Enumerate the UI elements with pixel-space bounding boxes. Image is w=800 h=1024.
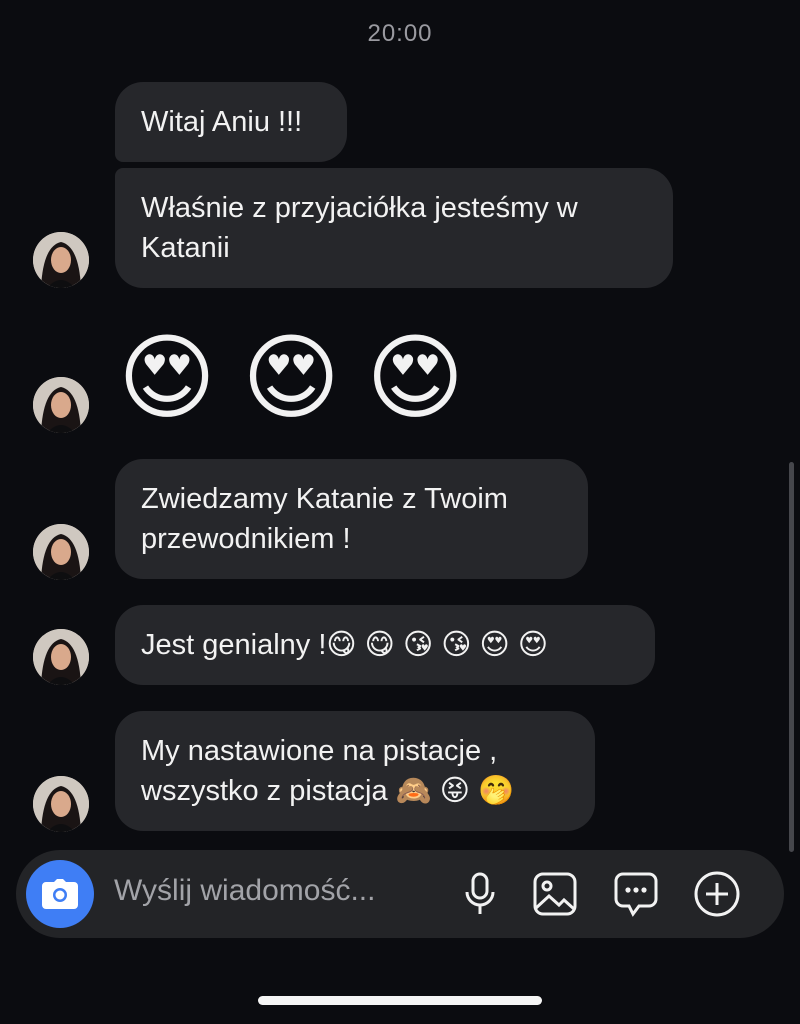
emoji-text: 😍 😍 😍: [118, 325, 465, 430]
message-bubble[interactable]: Witaj Aniu !!!: [115, 82, 347, 162]
home-indicator[interactable]: [258, 996, 542, 1005]
message-text-line: My nastawione na pistacje ,: [141, 735, 498, 767]
sticker-button[interactable]: [612, 870, 660, 918]
message-bubble[interactable]: Jest genialny !😋 😋 😘 😘 😍 😍: [115, 605, 655, 685]
scrollbar[interactable]: [789, 462, 794, 852]
emoji-message[interactable]: 😍 😍 😍: [118, 328, 464, 428]
avatar[interactable]: [33, 776, 89, 832]
message-text-line: Zwiedzamy Katanie z Twoim: [141, 483, 508, 515]
camera-icon: [42, 879, 78, 909]
message-bubble[interactable]: Właśnie z przyjaciółka jesteśmy w Katani…: [115, 168, 673, 288]
message-text: Jest genialny !😋 😋 😘 😘 😍 😍: [141, 629, 549, 661]
timestamp: 20:00: [367, 20, 433, 47]
message-text: Witaj Aniu !!!: [141, 106, 303, 138]
message-composer: [16, 850, 784, 938]
gallery-button[interactable]: [531, 870, 579, 918]
camera-button[interactable]: [26, 860, 94, 928]
microphone-button[interactable]: [456, 870, 504, 918]
gallery-icon: [533, 872, 577, 916]
message-text-line: wszystko z pistacja 🙈 😝 🤭: [141, 775, 515, 807]
sticker-icon: [614, 872, 658, 917]
message-text-line: Katanii: [141, 232, 230, 264]
message-bubble[interactable]: My nastawione na pistacje , wszystko z p…: [115, 711, 595, 831]
avatar[interactable]: [33, 629, 89, 685]
microphone-icon: [465, 872, 495, 914]
avatar[interactable]: [33, 377, 89, 433]
plus-icon: [694, 871, 740, 917]
more-options-button[interactable]: [693, 870, 741, 918]
message-input[interactable]: [114, 874, 424, 908]
avatar[interactable]: [33, 524, 89, 580]
message-bubble[interactable]: Zwiedzamy Katanie z Twoim przewodnikiem …: [115, 459, 588, 579]
avatar[interactable]: [33, 232, 89, 288]
message-text-line: przewodnikiem !: [141, 523, 351, 555]
message-text-line: Właśnie z przyjaciółka jesteśmy w: [141, 192, 578, 224]
